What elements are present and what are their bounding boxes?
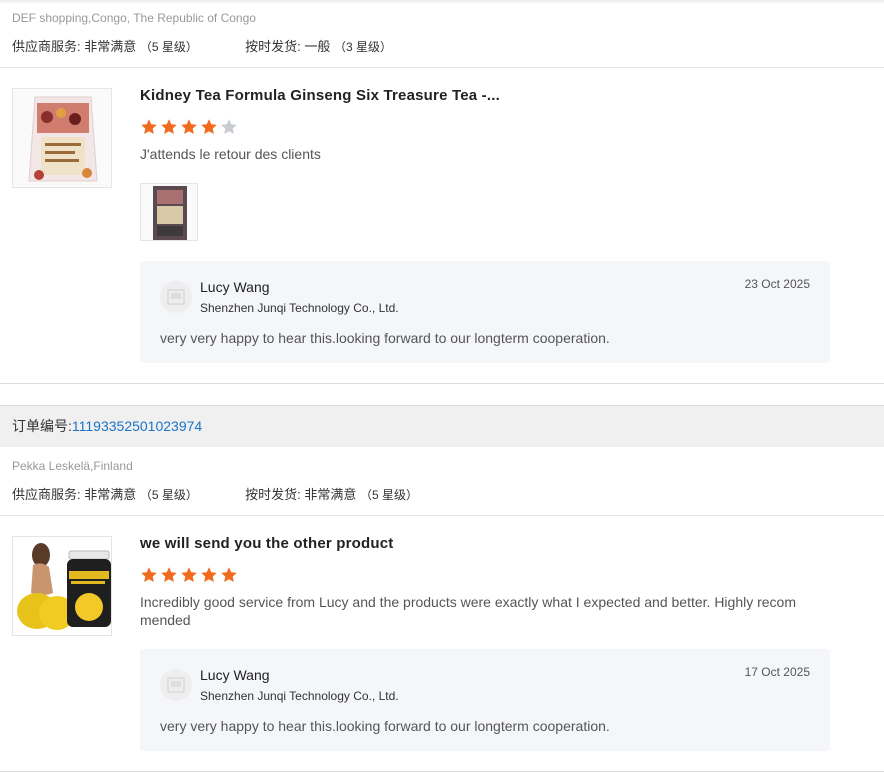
supplier-service-level: （5 星级） [139, 40, 198, 54]
review-image[interactable] [140, 183, 198, 241]
avatar-placeholder-icon [160, 669, 192, 701]
reply-company: Shenzhen Junqi Technology Co., Ltd. [200, 689, 399, 703]
product-thumbnail[interactable] [12, 536, 112, 636]
reply-company: Shenzhen Junqi Technology Co., Ltd. [200, 301, 399, 315]
product-title[interactable]: Kidney Tea Formula Ginseng Six Treasure … [140, 87, 500, 104]
buyer-info: Pekka Leskelä,Finland [12, 459, 133, 473]
on-time-value: 非常满意 [304, 487, 357, 502]
star-icon [201, 119, 217, 134]
review-photo-image [141, 184, 197, 240]
supplement-product-image [13, 537, 111, 635]
tea-package-image [13, 89, 111, 187]
supplier-ratings: 供应商服务: 非常满意 （5 星级） 按时发货: 非常满意 （5 星级） [12, 484, 418, 503]
on-time-level: （5 星级） [360, 488, 419, 502]
on-time-level: （3 星级） [334, 40, 393, 54]
reply-date: 23 Oct 2025 [744, 277, 810, 291]
product-title[interactable]: we will send you the other product [140, 535, 394, 552]
product-thumbnail[interactable] [12, 88, 112, 188]
reply-date: 17 Oct 2025 [744, 665, 810, 679]
supplier-service-value: 非常满意 [84, 487, 137, 502]
supplier-service-value: 非常满意 [84, 39, 137, 54]
review-text: J'attends le retour des clients [140, 146, 321, 162]
buyer-info: DEF shopping,Congo, The Republic of Cong… [12, 11, 256, 25]
star-icon [181, 119, 197, 134]
reply-text: very very happy to hear this.looking for… [160, 330, 610, 346]
avatar-placeholder-icon [160, 281, 192, 313]
reply-text: very very happy to hear this.looking for… [160, 718, 610, 734]
star-icon [161, 119, 177, 134]
divider [0, 383, 884, 384]
supplier-ratings: 供应商服务: 非常满意 （5 星级） 按时发货: 一般 （3 星级） [12, 36, 392, 55]
on-time-value: 一般 [304, 39, 331, 54]
reply-author-name: Lucy Wang [200, 279, 270, 295]
supplier-service-label: 供应商服务: [12, 487, 81, 502]
divider [0, 515, 884, 516]
order-number-link[interactable]: 11193352501023974 [72, 418, 202, 434]
star-rating [140, 118, 238, 136]
supplier-reply: Lucy Wang Shenzhen Junqi Technology Co.,… [140, 649, 830, 751]
order-number-label: 订单编号: [12, 418, 72, 434]
star-icon [161, 567, 177, 582]
on-time-label: 按时发货: [245, 39, 301, 54]
on-time-label: 按时发货: [245, 487, 301, 502]
reply-author-name: Lucy Wang [200, 667, 270, 683]
supplier-service-level: （5 星级） [139, 488, 198, 502]
star-icon [201, 567, 217, 582]
supplier-service-label: 供应商服务: [12, 39, 81, 54]
order-number-bar: 订单编号:11193352501023974 [0, 405, 884, 447]
divider [0, 771, 884, 772]
star-icon [141, 567, 157, 582]
review-text: Incredibly good service from Lucy and th… [140, 594, 797, 628]
star-icon [221, 119, 237, 134]
star-icon [141, 119, 157, 134]
supplier-reply: Lucy Wang Shenzhen Junqi Technology Co.,… [140, 261, 830, 363]
star-rating [140, 566, 238, 584]
divider [0, 67, 884, 68]
star-icon [221, 567, 237, 582]
top-shadow [0, 0, 884, 4]
star-icon [181, 567, 197, 582]
